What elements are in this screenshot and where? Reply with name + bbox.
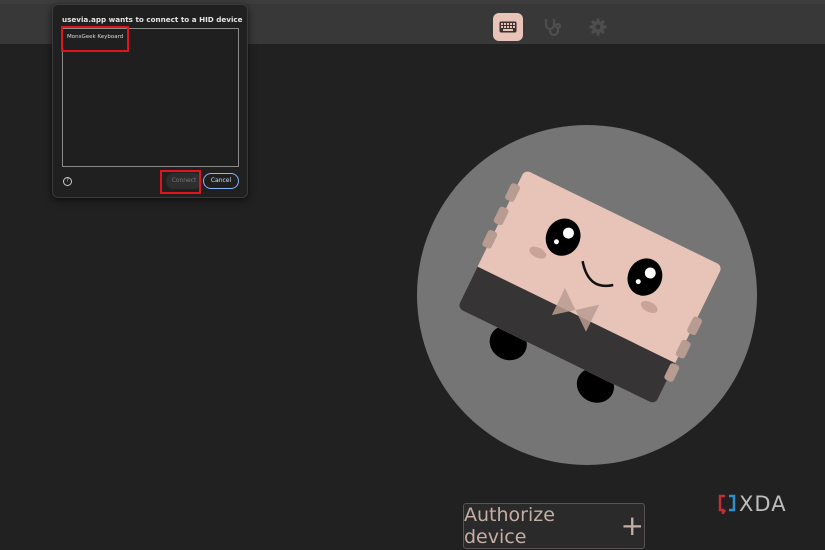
plus-icon: + (620, 509, 644, 542)
help-icon[interactable]: ? (63, 177, 72, 186)
cancel-button[interactable]: Cancel (203, 173, 239, 189)
xda-logo-icon (718, 494, 736, 514)
highlight-box (160, 170, 201, 194)
dialog-title: usevia.app wants to connect to a HID dev… (62, 15, 243, 24)
xda-watermark: XDA (718, 492, 787, 516)
authorize-device-button[interactable]: Authorize device + (463, 503, 645, 549)
authorize-label: Authorize device (464, 504, 555, 548)
xda-text: XDA (739, 492, 787, 516)
highlight-box (61, 26, 129, 52)
hid-permission-dialog: usevia.app wants to connect to a HID dev… (52, 4, 248, 198)
